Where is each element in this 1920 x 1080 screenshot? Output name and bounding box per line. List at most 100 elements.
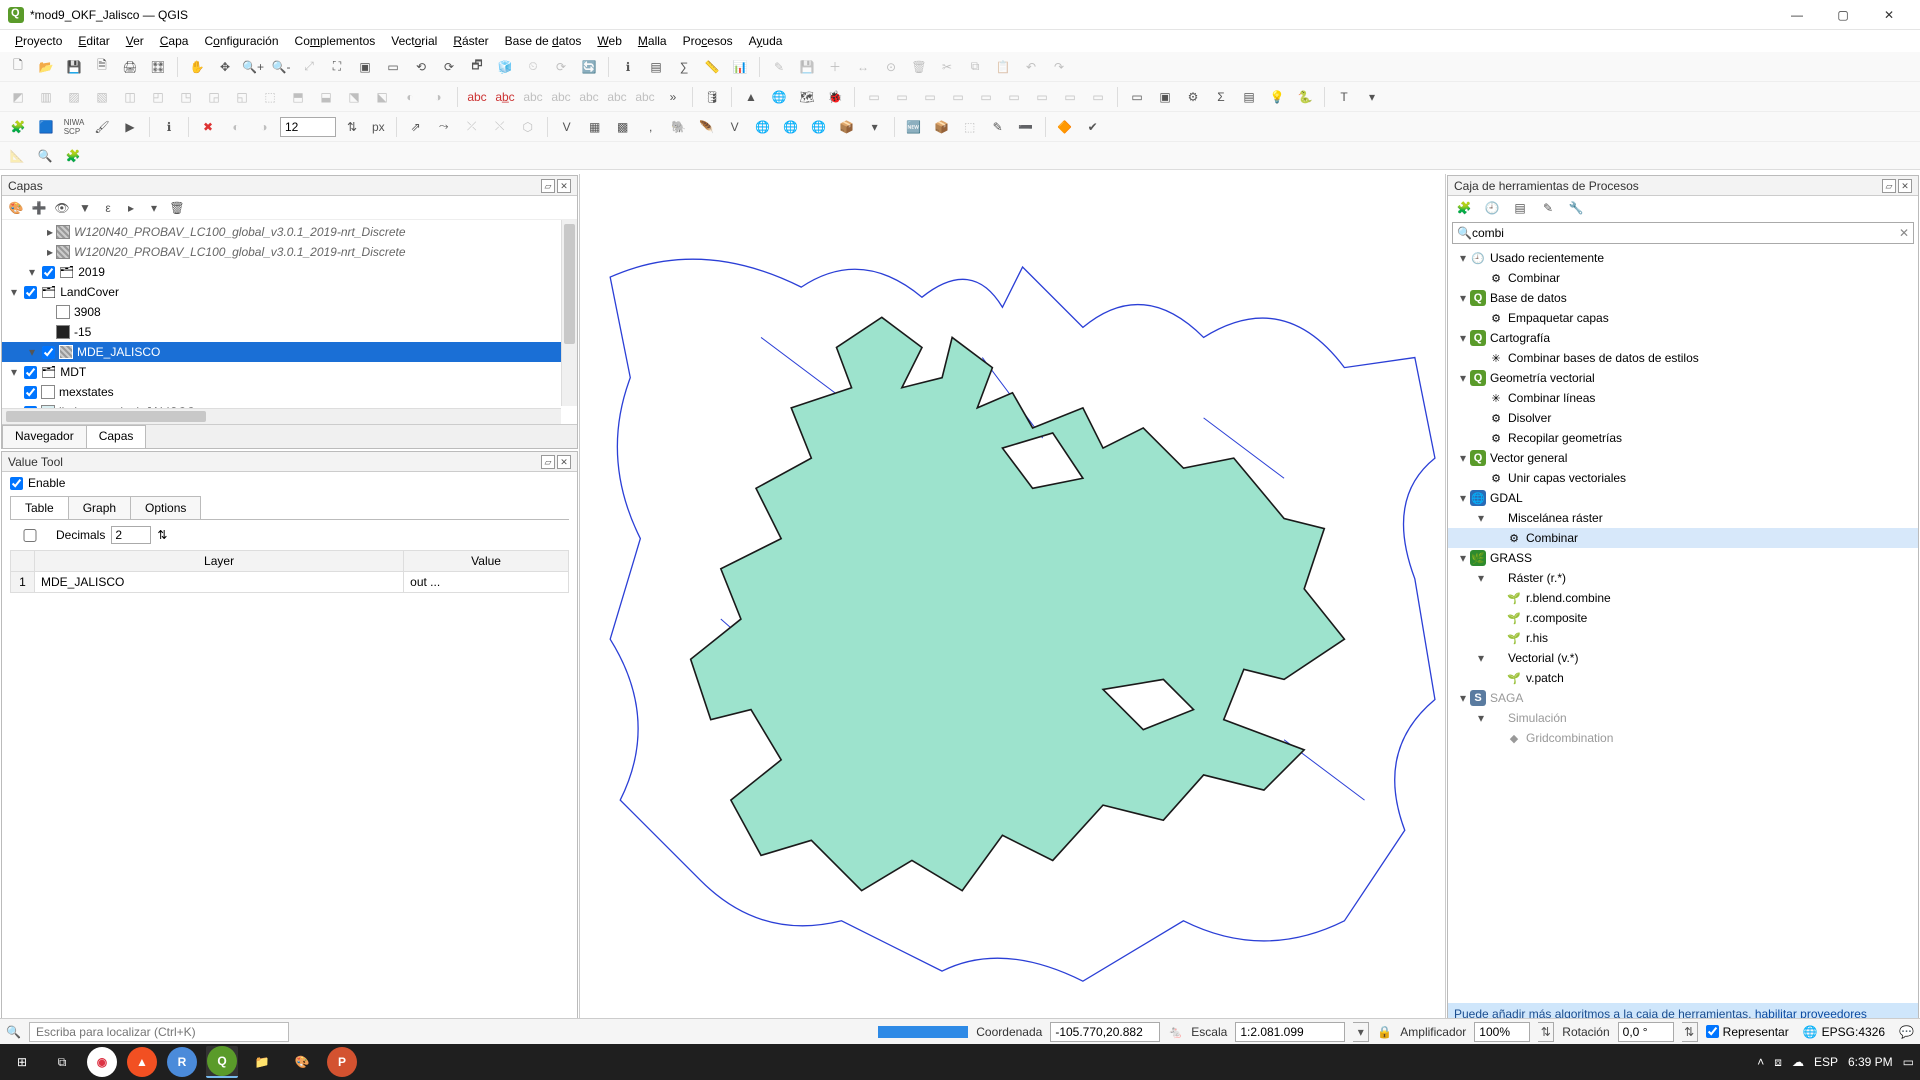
label-tool-icon[interactable]: abc <box>605 85 629 109</box>
menu-complementos[interactable]: Complementos <box>288 32 383 50</box>
add-wfs-icon[interactable]: 🌐 <box>807 115 831 139</box>
processing-item[interactable]: ⚙Combinar <box>1448 528 1918 548</box>
render-checkbox[interactable] <box>1706 1025 1719 1038</box>
zoom-layer-icon[interactable]: ▭ <box>381 55 405 79</box>
digitize-icon[interactable]: ◩ <box>6 85 30 109</box>
open-project-icon[interactable]: 📂 <box>34 55 58 79</box>
processing-item[interactable]: ▾QBase de datos <box>1448 288 1918 308</box>
osm-icon[interactable]: 🐞 <box>823 85 847 109</box>
zoom-in-icon[interactable]: 🔍+ <box>241 55 265 79</box>
processing-item[interactable]: 🌱v.patch <box>1448 668 1918 688</box>
processing-item[interactable]: ▾QCartografía <box>1448 328 1918 348</box>
processing-item[interactable]: 🌱r.composite <box>1448 608 1918 628</box>
select-icon[interactable]: ▭ <box>974 85 998 109</box>
tool-generic-icon[interactable]: ◐ <box>398 85 422 109</box>
expander-icon[interactable]: ▸ <box>44 225 56 239</box>
coord-input[interactable] <box>1050 1022 1160 1042</box>
tool-generic-icon[interactable]: ◱ <box>230 85 254 109</box>
rstudio-icon[interactable]: R <box>166 1046 198 1078</box>
vector-tool-icon[interactable]: ⤳ <box>432 115 456 139</box>
refresh-all-icon[interactable]: 🔄 <box>577 55 601 79</box>
expander-icon[interactable]: ▾ <box>1474 511 1488 525</box>
processing-search[interactable]: 🔍 ✕ <box>1452 222 1914 244</box>
new-memory-icon[interactable]: ⬚ <box>958 115 982 139</box>
select-value-icon[interactable]: ▣ <box>1153 85 1177 109</box>
table-row[interactable]: 1 MDE_JALISCO out ... <box>11 572 569 593</box>
tool-generic-icon[interactable]: ◲ <box>202 85 226 109</box>
expander-icon[interactable]: ▾ <box>1456 331 1470 345</box>
expander-icon[interactable]: ▾ <box>1474 571 1488 585</box>
processing-item[interactable]: ▾🌿GRASS <box>1448 548 1918 568</box>
tool-generic-icon[interactable]: ◰ <box>146 85 170 109</box>
label-tool-icon[interactable]: abc <box>577 85 601 109</box>
menu-ver[interactable]: Ver <box>119 32 151 50</box>
field-calc-icon[interactable]: ∑ <box>672 55 696 79</box>
spinner-icon[interactable]: ⇅ <box>340 115 364 139</box>
annotation-text-icon[interactable]: T <box>1332 85 1356 109</box>
chevron-right-icon[interactable]: » <box>661 85 685 109</box>
label-tool-icon[interactable]: abc <box>633 85 657 109</box>
measure-icon[interactable]: 📐 <box>6 145 28 167</box>
paste-icon[interactable]: 📋 <box>991 55 1015 79</box>
processing-item[interactable]: ▾Vectorial (v.*) <box>1448 648 1918 668</box>
select-icon[interactable]: ▭ <box>1086 85 1110 109</box>
clear-search-icon[interactable]: ✕ <box>1899 226 1909 240</box>
expander-icon[interactable]: ▾ <box>1456 691 1470 705</box>
select-icon[interactable]: ▭ <box>890 85 914 109</box>
start-button[interactable]: ⊞ <box>6 1046 38 1078</box>
save-icon[interactable]: 💾 <box>62 55 86 79</box>
lock-icon[interactable]: 🔒 <box>1377 1025 1392 1039</box>
tool-generic-icon[interactable]: ⬕ <box>370 85 394 109</box>
menu-ayuda[interactable]: Ayuda <box>742 32 790 50</box>
add-wcs-icon[interactable]: 🌐 <box>779 115 803 139</box>
label-tool-icon[interactable]: abc <box>521 85 545 109</box>
expander-icon[interactable]: ▾ <box>1456 291 1470 305</box>
tool-generic-icon[interactable]: ⬒ <box>286 85 310 109</box>
tool-generic-icon[interactable]: ▧ <box>90 85 114 109</box>
scale-input[interactable] <box>1235 1022 1345 1042</box>
qgis-taskbar-icon[interactable]: Q <box>206 1046 238 1078</box>
chevron-down-icon[interactable]: ▾ <box>863 115 887 139</box>
select-icon[interactable]: ▭ <box>1058 85 1082 109</box>
value-tool-icon[interactable]: ℹ <box>157 115 181 139</box>
panel-close-button[interactable]: ✕ <box>557 455 571 469</box>
model-designer-icon[interactable]: 🧩 <box>1452 196 1476 220</box>
expander-icon[interactable]: ▾ <box>8 365 20 379</box>
tab-capas[interactable]: Capas <box>86 425 147 448</box>
visibility-icon[interactable]: 👁 <box>52 198 72 218</box>
notifications-icon[interactable]: ▭ <box>1903 1055 1914 1069</box>
decimals-checkbox[interactable] <box>10 529 50 542</box>
rot-input[interactable] <box>1618 1022 1674 1042</box>
add-raster-icon[interactable]: ▦ <box>583 115 607 139</box>
processing-item[interactable]: 🌱r.his <box>1448 628 1918 648</box>
vector-tool-icon[interactable]: ⤬ <box>488 115 512 139</box>
panel-float-button[interactable]: ▱ <box>1882 179 1896 193</box>
collapse-all-icon[interactable]: ▾ <box>144 198 164 218</box>
edit-in-place-icon[interactable]: ✎ <box>1536 196 1560 220</box>
layer-row[interactable]: ▸W120N20_PROBAV_LC100_global_v3.0.1_2019… <box>2 242 577 262</box>
style-manager-icon[interactable]: 🎛 <box>146 55 170 79</box>
processing-item[interactable]: ✳Combinar bases de datos de estilos <box>1448 348 1918 368</box>
scale-dropdown[interactable]: ▾ <box>1353 1022 1369 1042</box>
expander-icon[interactable]: ▾ <box>1474 651 1488 665</box>
menu-capa[interactable]: Capa <box>153 32 196 50</box>
tray-chevron-icon[interactable]: ˄ <box>1757 1055 1764 1069</box>
processing-item[interactable]: ⚙Combinar <box>1448 268 1918 288</box>
processing-item[interactable]: ▾🕘Usado recientemente <box>1448 248 1918 268</box>
processing-item[interactable]: ⚙Disolver <box>1448 408 1918 428</box>
processing-item[interactable]: ◆Gridcombination <box>1448 728 1918 748</box>
processing-item[interactable]: 🌱r.blend.combine <box>1448 588 1918 608</box>
tab-graph[interactable]: Graph <box>68 496 131 519</box>
font-size-input[interactable] <box>280 117 336 137</box>
onedrive-icon[interactable]: ☁ <box>1792 1055 1804 1069</box>
new-scratch-icon[interactable]: ✎ <box>986 115 1010 139</box>
new-3dview-icon[interactable]: 🧊 <box>493 55 517 79</box>
select-icon[interactable]: ▭ <box>1030 85 1054 109</box>
select-features-icon[interactable]: ▭ <box>1125 85 1149 109</box>
add-wms-icon[interactable]: 🌐 <box>751 115 775 139</box>
tool-generic-icon[interactable]: ⬔ <box>342 85 366 109</box>
new-geopackage-icon[interactable]: 📦 <box>930 115 954 139</box>
tab-options[interactable]: Options <box>130 496 201 519</box>
layer-visibility-checkbox[interactable] <box>42 346 55 359</box>
edit-toggle-icon[interactable]: ✎ <box>767 55 791 79</box>
